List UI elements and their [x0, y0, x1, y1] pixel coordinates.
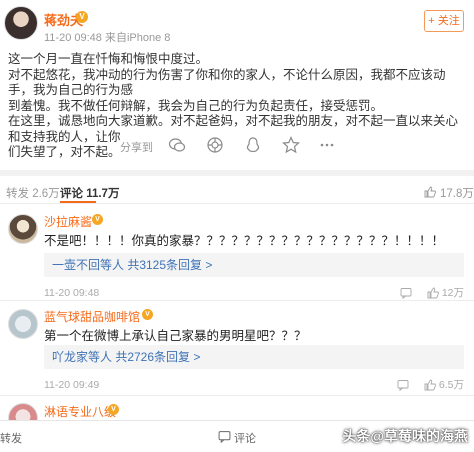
commenter-name[interactable]: 淋语专业八级: [44, 403, 116, 420]
tab-likes[interactable]: 17.8万: [440, 185, 474, 201]
commenter-name[interactable]: 蓝气球甜品咖啡馆: [44, 308, 140, 325]
like-icon[interactable]: [427, 287, 439, 299]
post-meta: 11-20 09:48 来自iPhone 8: [44, 32, 171, 44]
comment-divider: [0, 395, 474, 396]
like-count: 6.5万: [438, 379, 464, 391]
commenter-avatar[interactable]: [8, 309, 38, 339]
commenter-name[interactable]: 沙拉麻酱: [44, 213, 92, 230]
tab-comments[interactable]: 评论 11.7万: [60, 185, 119, 201]
qzone-icon[interactable]: [282, 136, 300, 154]
post-header: 蒋劲夫 V 11-20 09:48 来自iPhone 8 + 关注: [0, 0, 474, 46]
tab-bar: 转发 2.6万 评论 11.7万 17.8万: [0, 181, 474, 203]
verified-badge-icon: V: [92, 214, 103, 225]
watermark: 头条@草莓味的海燕: [342, 428, 468, 444]
comment-time: 11-20 09:49: [44, 379, 100, 391]
comment-time: 11-20 09:48: [44, 287, 100, 299]
post-line: 到羞愧。我不做任何辩解，我会为自己的行为负起责任，接受惩罚。: [8, 98, 384, 113]
post-line: 对不起悠花，我冲动的行为伤害了你和你的家人，不论什么原因，我都不应该动手，我为自…: [8, 67, 446, 98]
verified-badge-icon: V: [76, 11, 88, 23]
comment-text: 第一个在微博上承认自己家暴的男明星吧？？？: [44, 329, 307, 343]
reply-summary-link[interactable]: 吖龙家等人 共2726条回复 >: [52, 350, 200, 364]
bottom-comment-button[interactable]: 评论: [234, 430, 256, 446]
wechat-icon[interactable]: [168, 136, 186, 154]
commenter-avatar[interactable]: [8, 214, 38, 244]
reply-summary[interactable]: 吖龙家等人 共2726条回复 >: [44, 345, 464, 369]
like-count: 12万: [441, 287, 464, 299]
author-avatar[interactable]: [4, 6, 38, 40]
bottom-repost-button[interactable]: 转发: [0, 430, 22, 446]
tab-repost[interactable]: 转发 2.6万: [6, 185, 60, 201]
comment-text: 不是吧！！！！你真的家暴？？？？？？？？？？？？？？？？！！！！: [44, 234, 445, 248]
comment-divider: [0, 300, 474, 301]
comment-actions: 12万: [400, 285, 464, 300]
share-row: 分享到: [0, 134, 474, 156]
comment-reply-icon[interactable]: [397, 379, 409, 392]
moments-icon[interactable]: [206, 136, 224, 154]
like-icon[interactable]: [424, 379, 436, 391]
comment-actions: 6.5万: [397, 377, 464, 392]
more-icon[interactable]: [318, 136, 336, 154]
share-label: 分享到: [120, 142, 153, 154]
section-divider: [0, 170, 474, 176]
comment-icon[interactable]: [218, 430, 231, 443]
reply-summary-link[interactable]: 一壶不回等人 共3125条回复 >: [52, 258, 212, 272]
follow-button[interactable]: + 关注: [424, 10, 464, 32]
post-line: 这一个月一直在忏悔和悔恨中度过。: [8, 52, 209, 66]
comment-reply-icon[interactable]: [400, 287, 412, 300]
verified-badge-icon: V: [142, 309, 153, 320]
verified-badge-icon: V: [108, 404, 119, 415]
qq-icon[interactable]: [244, 136, 262, 154]
tabs-divider: [0, 203, 474, 204]
thumbs-up-icon: [424, 186, 436, 198]
reply-summary[interactable]: 一壶不回等人 共3125条回复 >: [44, 253, 464, 277]
